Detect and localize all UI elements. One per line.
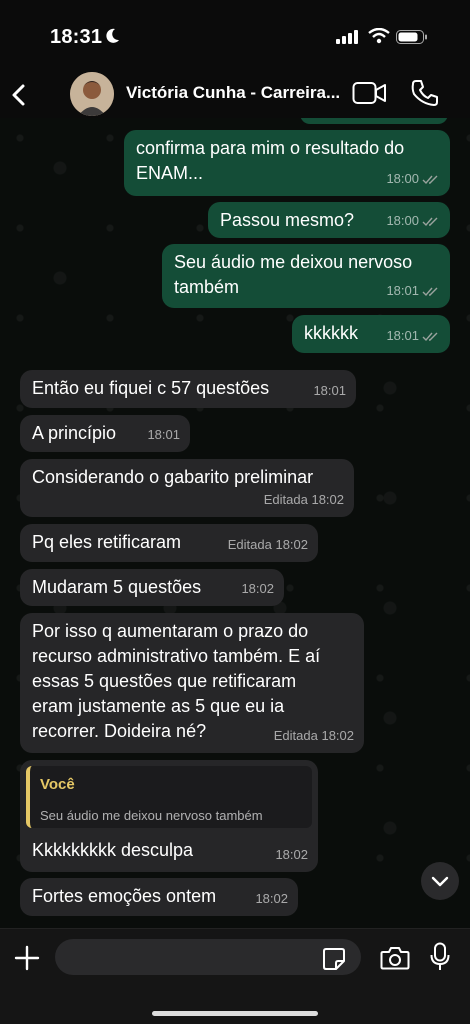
wifi-icon: [368, 28, 390, 44]
message-time: 18:00: [386, 213, 419, 228]
contact-name[interactable]: Victória Cunha - Carreira...: [126, 83, 366, 103]
cellular-signal-icon: [336, 30, 358, 44]
home-indicator: [152, 1011, 318, 1016]
avatar[interactable]: [70, 72, 114, 116]
message-bubble-partial: [300, 118, 448, 124]
message-time: 18:02: [255, 891, 288, 906]
message-bubble-incoming[interactable]: Considerando o gabarito preliminar Edita…: [20, 459, 354, 517]
camera-icon[interactable]: [380, 945, 410, 971]
message-bubble-incoming[interactable]: A princípio 18:01: [20, 415, 190, 452]
message-composer: [0, 928, 470, 1024]
message-time: Editada 18:02: [263, 492, 344, 507]
battery-icon: [396, 30, 427, 44]
message-time: 18:02: [241, 581, 274, 596]
message-bubble-outgoing[interactable]: Passou mesmo? 18:00: [208, 202, 450, 238]
message-bubble-outgoing[interactable]: kkkkkk 18:01: [292, 315, 450, 353]
scroll-down-button[interactable]: [421, 862, 459, 900]
message-meta: 18:01: [386, 323, 440, 348]
message-time: 18:01: [313, 383, 346, 398]
reply-text: Seu áudio me deixou nervoso também: [40, 808, 263, 823]
message-meta: 18:00: [386, 208, 440, 233]
back-chevron-icon[interactable]: [8, 78, 30, 112]
message-text: Kkkkkkkkk desculpa: [32, 840, 194, 860]
message-bubble-incoming[interactable]: Pq eles retificaram Editada 18:02: [20, 524, 318, 562]
message-bubble-outgoing[interactable]: Seu áudio me deixou nervoso também 18:01: [162, 244, 450, 308]
avatar-photo: [70, 72, 114, 116]
message-meta: 18:01: [386, 278, 440, 303]
message-bubble-incoming[interactable]: Por isso q aumentaram o prazo do recurso…: [20, 613, 364, 753]
chevron-down-icon: [431, 876, 449, 887]
message-time: 18:01: [147, 427, 180, 442]
message-bubble-incoming-reply[interactable]: Você Seu áudio me deixou nervoso também …: [20, 760, 318, 872]
plus-icon[interactable]: [14, 945, 40, 971]
video-call-icon[interactable]: [352, 80, 388, 106]
read-ticks-icon: [422, 332, 438, 341]
message-text: Então eu fiquei c 57 questões: [32, 378, 270, 398]
chat-area[interactable]: confirma para mim o resultado do ENAM...…: [0, 118, 470, 928]
message-bubble-incoming[interactable]: Fortes emoções ontem 18:02: [20, 878, 298, 916]
message-bubble-incoming[interactable]: Mudaram 5 questões 18:02: [20, 569, 284, 606]
message-input[interactable]: [55, 939, 361, 975]
message-text: Mudaram 5 questões: [32, 577, 202, 597]
message-time: 18:02: [275, 847, 308, 862]
phone-icon[interactable]: [410, 78, 440, 108]
read-ticks-icon: [422, 217, 438, 226]
read-ticks-icon: [422, 287, 438, 296]
sticker-icon[interactable]: [322, 947, 346, 971]
message-time: Editada 18:02: [273, 728, 354, 743]
status-bar: 18:31: [0, 0, 470, 72]
message-time: 18:01: [386, 328, 419, 343]
message-meta: 18:00: [386, 166, 440, 191]
status-time: 18:31: [50, 26, 103, 48]
microphone-icon[interactable]: [430, 942, 450, 972]
message-text: Fortes emoções ontem: [32, 886, 217, 906]
reply-author: Você: [40, 776, 75, 793]
message-bubble-outgoing[interactable]: confirma para mim o resultado do ENAM...…: [124, 130, 450, 196]
message-bubble-incoming[interactable]: Então eu fiquei c 57 questões 18:01: [20, 370, 356, 408]
message-time: Editada 18:02: [227, 537, 308, 552]
message-time: 18:00: [386, 171, 419, 186]
focus-moon-icon: [106, 28, 119, 43]
quoted-reply[interactable]: Você Seu áudio me deixou nervoso também: [26, 766, 312, 828]
chat-header: Victória Cunha - Carreira...: [0, 72, 470, 118]
message-time: 18:01: [386, 283, 419, 298]
read-ticks-icon: [422, 175, 438, 184]
